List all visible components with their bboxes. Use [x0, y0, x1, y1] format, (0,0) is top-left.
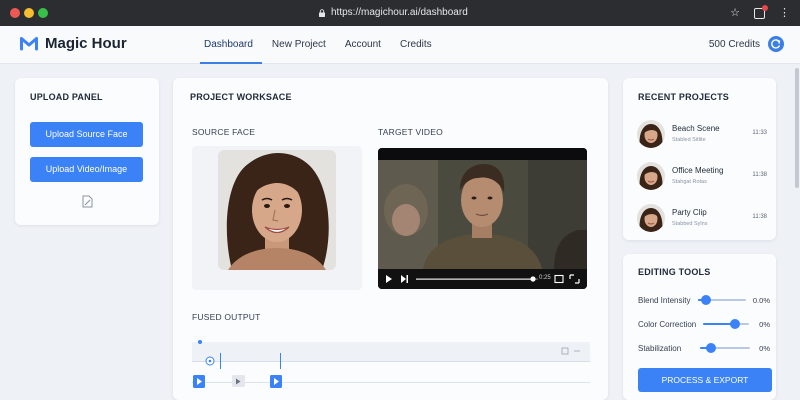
app-name: Magic Hour — [45, 35, 127, 52]
nav-account[interactable]: Account — [341, 26, 390, 64]
project-status: Stahgat Rotas — [672, 179, 707, 185]
project-thumbnail — [637, 204, 665, 232]
source-face-label: SOURCE FACE — [192, 127, 256, 137]
color-correction-label: Color Correction — [638, 320, 697, 329]
project-status: Stabled Sitlite — [672, 137, 706, 143]
target-video-frame — [378, 148, 587, 269]
extension-icon[interactable] — [754, 5, 768, 19]
slider-handle[interactable] — [701, 295, 712, 305]
upload-video-image-button[interactable]: Upload Video/Image — [30, 157, 143, 182]
project-name: Office Meeting — [672, 166, 724, 175]
upload-panel: UPLOAD PANEL Upload Source Face Upload V… — [15, 78, 159, 225]
credits-balance: 500 Credits — [708, 39, 760, 50]
scrollbar-thumb[interactable] — [795, 68, 799, 188]
project-time: 11:33 — [752, 130, 767, 136]
app-header: Magic Hour Dashboard New Project Account… — [0, 26, 800, 64]
lock-icon — [319, 8, 325, 17]
project-workspace: PROJECT WORKSACE SOURCE FACE TARGET VIDE… — [173, 78, 608, 400]
nav-new-project[interactable]: New Project — [268, 26, 335, 64]
editing-tools-title: EDITING TOOLS — [638, 267, 711, 277]
upload-source-face-button[interactable]: Upload Source Face — [30, 122, 143, 147]
minimize-window-button[interactable] — [24, 8, 34, 18]
target-video-player[interactable]: 0:25 — [378, 148, 587, 289]
url-text: https://magichour.ai/dashboard — [331, 7, 468, 18]
color-correction-slider[interactable] — [703, 318, 749, 330]
source-face-preview[interactable] — [192, 146, 362, 290]
recent-projects-title: RECENT PROJECTS — [638, 92, 730, 102]
app-logo[interactable]: Magic Hour — [20, 35, 127, 52]
fused-output-timeline[interactable] — [192, 340, 590, 400]
skip-forward-icon[interactable] — [401, 275, 408, 283]
browser-toolbar: https://magichour.ai/dashboard ☆ ⋮ — [0, 0, 800, 26]
project-status: Stabbed Sylns — [672, 221, 708, 227]
fullscreen-icon[interactable] — [569, 274, 580, 284]
menu-dots-icon[interactable]: ⋮ — [779, 6, 790, 20]
target-video-label: TARGET VIDEO — [378, 127, 443, 137]
color-correction-value: 0% — [759, 320, 770, 329]
video-controls: 0:25 — [378, 269, 587, 289]
blend-intensity-label: Blend Intensity — [638, 296, 691, 305]
magic-hour-logo-icon — [20, 37, 38, 51]
video-seek-handle[interactable] — [530, 276, 536, 282]
stabilization-label: Stabilization — [638, 344, 682, 353]
slider-handle[interactable] — [729, 319, 740, 329]
project-name: Beach Scene — [672, 124, 720, 133]
close-window-button[interactable] — [10, 8, 20, 18]
video-time: 0:25 — [539, 275, 551, 281]
project-time: 11:38 — [752, 214, 767, 220]
source-face-image — [218, 150, 336, 270]
address-bar[interactable]: https://magichour.ai/dashboard — [318, 7, 468, 18]
recent-project-item[interactable]: Party Clip Stabbed Sylns 11:38 — [637, 204, 767, 234]
recent-projects-panel: RECENT PROJECTS Beach Scene Stabled Sitl… — [623, 78, 776, 240]
project-thumbnail — [637, 162, 665, 190]
project-name: Party Clip — [672, 208, 707, 217]
play-icon[interactable] — [386, 275, 392, 283]
process-export-button[interactable]: PROCESS & EXPORT — [638, 368, 772, 392]
stabilization-slider[interactable] — [700, 342, 750, 354]
workspace-title: PROJECT WORKSACE — [190, 92, 292, 102]
slider-handle[interactable] — [706, 343, 716, 353]
stabilization-value: 0% — [759, 344, 770, 353]
main-nav: Dashboard New Project Account Credits — [200, 26, 447, 64]
project-thumbnail — [637, 120, 665, 148]
nav-credits[interactable]: Credits — [396, 26, 441, 64]
nav-dashboard[interactable]: Dashboard — [200, 26, 262, 64]
fused-output-label: FUSED OUTPUT — [192, 312, 261, 322]
recent-project-item[interactable]: Office Meeting Stahgat Rotas 11:38 — [637, 162, 767, 192]
blend-intensity-value: 0.0% — [752, 296, 770, 305]
playhead-icon[interactable] — [205, 356, 215, 366]
recent-project-item[interactable]: Beach Scene Stabled Sitlite 11:33 — [637, 120, 767, 150]
document-icon — [82, 195, 93, 208]
add-credits-button[interactable] — [768, 36, 784, 52]
miniplayer-icon[interactable] — [554, 274, 564, 284]
project-time: 11:38 — [752, 172, 767, 178]
editing-tools-panel: EDITING TOOLS Blend Intensity 0.0% Color… — [623, 254, 776, 400]
maximize-window-button[interactable] — [38, 8, 48, 18]
blend-intensity-slider[interactable] — [698, 294, 746, 306]
star-icon[interactable]: ☆ — [730, 6, 740, 20]
upload-panel-title: UPLOAD PANEL — [30, 92, 103, 102]
refresh-icon — [771, 39, 781, 49]
